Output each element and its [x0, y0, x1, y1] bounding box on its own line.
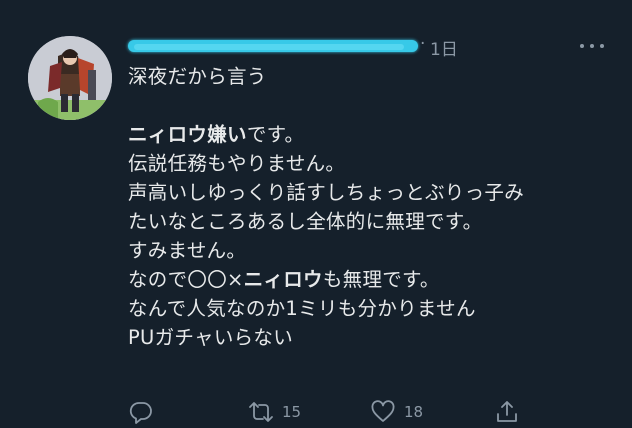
author-name-redaction-highlight — [134, 44, 404, 50]
tweet-line: 声高いしゆっくり話すしちょっとぶりっ子み — [128, 178, 608, 207]
tweet-line: たいなところあるし全体的に無理です。 — [128, 207, 608, 236]
tweet-text-segment: も無理です。 — [322, 268, 440, 291]
tweet-text-segment: なんで人気なのか1ミリも分かりません — [128, 297, 476, 320]
heart-icon — [371, 400, 395, 422]
more-options-icon[interactable] — [578, 38, 606, 54]
tweet-text: 深夜だから言う ニィロウ嫌いです。 伝説任務もやりません。 声高いしゆっくり話すしちょ… — [128, 62, 608, 352]
retweet-button[interactable]: 15 — [248, 396, 301, 428]
retweet-arrows-icon — [249, 402, 273, 422]
tweet-line: 深夜だから言う — [128, 62, 608, 91]
retweet-count: 15 — [282, 403, 302, 421]
tweet-text-segment: すみません。 — [128, 239, 247, 262]
tweet-line: ニィロウ嫌いです。 — [128, 120, 608, 149]
speech-bubble-icon — [129, 402, 152, 424]
tweet-text-segment: 声高いしゆっくり話すしちょっとぶりっ子み — [128, 181, 525, 204]
tweet-text-segment: 深夜だから言う — [128, 65, 267, 88]
tweet-header: · 1日 — [128, 34, 508, 60]
tweet-text-segment: たいなところあるし全体的に無理です。 — [128, 210, 483, 233]
avatar[interactable] — [28, 36, 112, 120]
tweet-text-segment: PUガチャいらない — [128, 326, 294, 349]
tweet-text-segment: 伝説任務もやりません。 — [128, 152, 346, 175]
like-count: 18 — [404, 403, 424, 421]
avatar-image — [28, 36, 112, 120]
share-button[interactable] — [494, 396, 520, 428]
tweet-text-bold: ニィロウ — [243, 268, 323, 291]
header-separator: · — [420, 34, 426, 54]
tweet-card[interactable]: · 1日 深夜だから言う ニィロウ嫌いです。 伝説任務もやりません。 声高いしゆっくり… — [0, 0, 632, 428]
tweet-line — [128, 91, 608, 120]
tweet-line: すみません。 — [128, 236, 608, 265]
tweet-text-bold: ニィロウ嫌い — [128, 123, 247, 146]
tweet-line: 伝説任務もやりません。 — [128, 149, 608, 178]
like-button[interactable]: 18 — [370, 396, 423, 428]
tweet-line: なんで人気なのか1ミリも分かりません — [128, 294, 608, 323]
tweet-actions: 15 18 — [128, 396, 608, 428]
share-upload-icon — [497, 401, 517, 422]
reply-button[interactable] — [128, 396, 162, 428]
tweet-line: なので〇〇×ニィロウも無理です。 — [128, 265, 608, 294]
tweet-line: PUガチャいらない — [128, 323, 608, 352]
tweet-text-segment: なので〇〇× — [128, 268, 244, 291]
tweet-timestamp[interactable]: 1日 — [430, 35, 458, 60]
tweet-text-segment: です。 — [246, 123, 305, 146]
